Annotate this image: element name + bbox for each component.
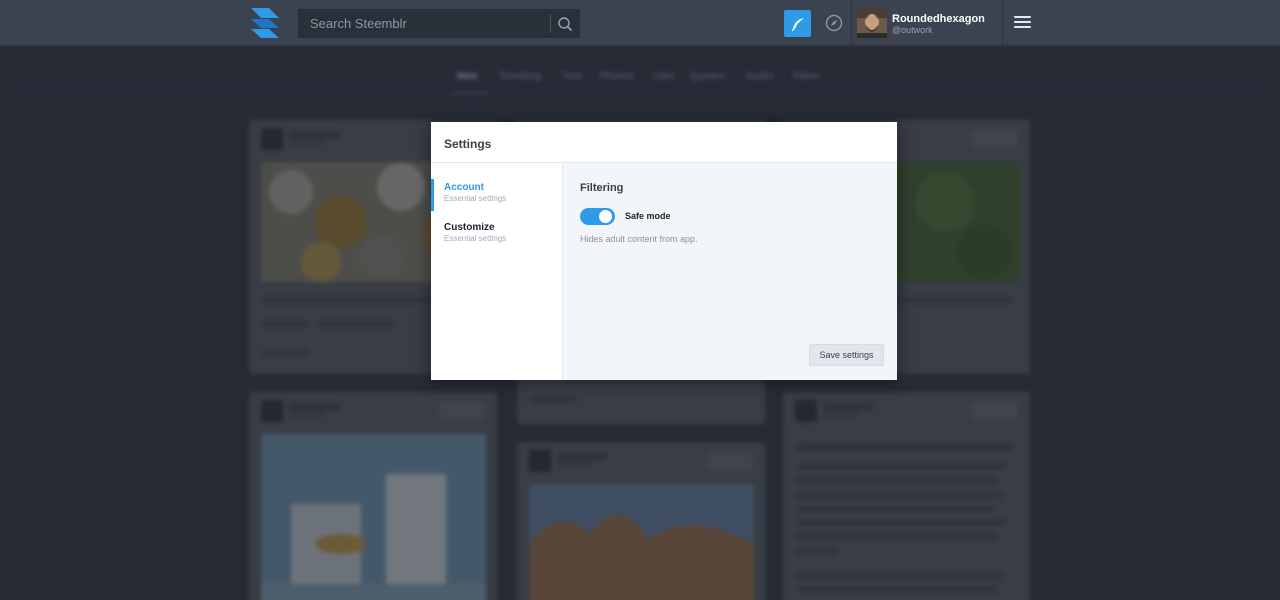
user-avatar-image [857,8,887,38]
settings-nav-label: Customize [444,222,495,233]
modal-title: Settings [444,137,492,151]
section-title: Filtering [580,182,624,194]
toggle-knob [599,210,612,223]
settings-nav-account[interactable]: Account Essential settings [431,179,562,211]
settings-nav-subtitle: Essential settings [444,234,507,243]
hamburger-menu-icon[interactable] [1014,16,1031,30]
settings-nav-customize[interactable]: Customize Essential settings [431,219,562,251]
modal-header: Settings [431,122,897,163]
settings-nav-subtitle: Essential settings [444,194,507,203]
safe-mode-toggle[interactable] [580,208,615,225]
settings-modal: Settings Account Essential settings Cust… [431,122,897,380]
settings-sidebar: Account Essential settings Customize Ess… [431,163,563,380]
new-post-button[interactable] [784,10,811,37]
safe-mode-label: Safe mode [625,211,671,221]
search-icon[interactable] [555,15,575,33]
settings-nav-label: Account [444,182,484,193]
search-divider [550,14,551,33]
search-input[interactable] [299,10,549,37]
search-box [298,9,580,38]
avatar[interactable] [857,8,887,38]
user-name[interactable]: Roundedhexagon [892,13,985,25]
topbar-divider [1002,0,1003,46]
top-navigation-bar: Roundedhexagon @outwork [0,0,1280,46]
settings-content: Filtering Safe mode Hides adult content … [563,163,897,380]
feather-icon [791,17,804,31]
user-handle: @outwork [892,25,933,35]
save-settings-button[interactable]: Save settings [809,344,884,366]
safe-mode-description: Hides adult content from app. [580,234,698,244]
topbar-divider [851,0,852,46]
compass-icon[interactable] [825,14,843,32]
steemblr-logo[interactable] [249,6,283,40]
